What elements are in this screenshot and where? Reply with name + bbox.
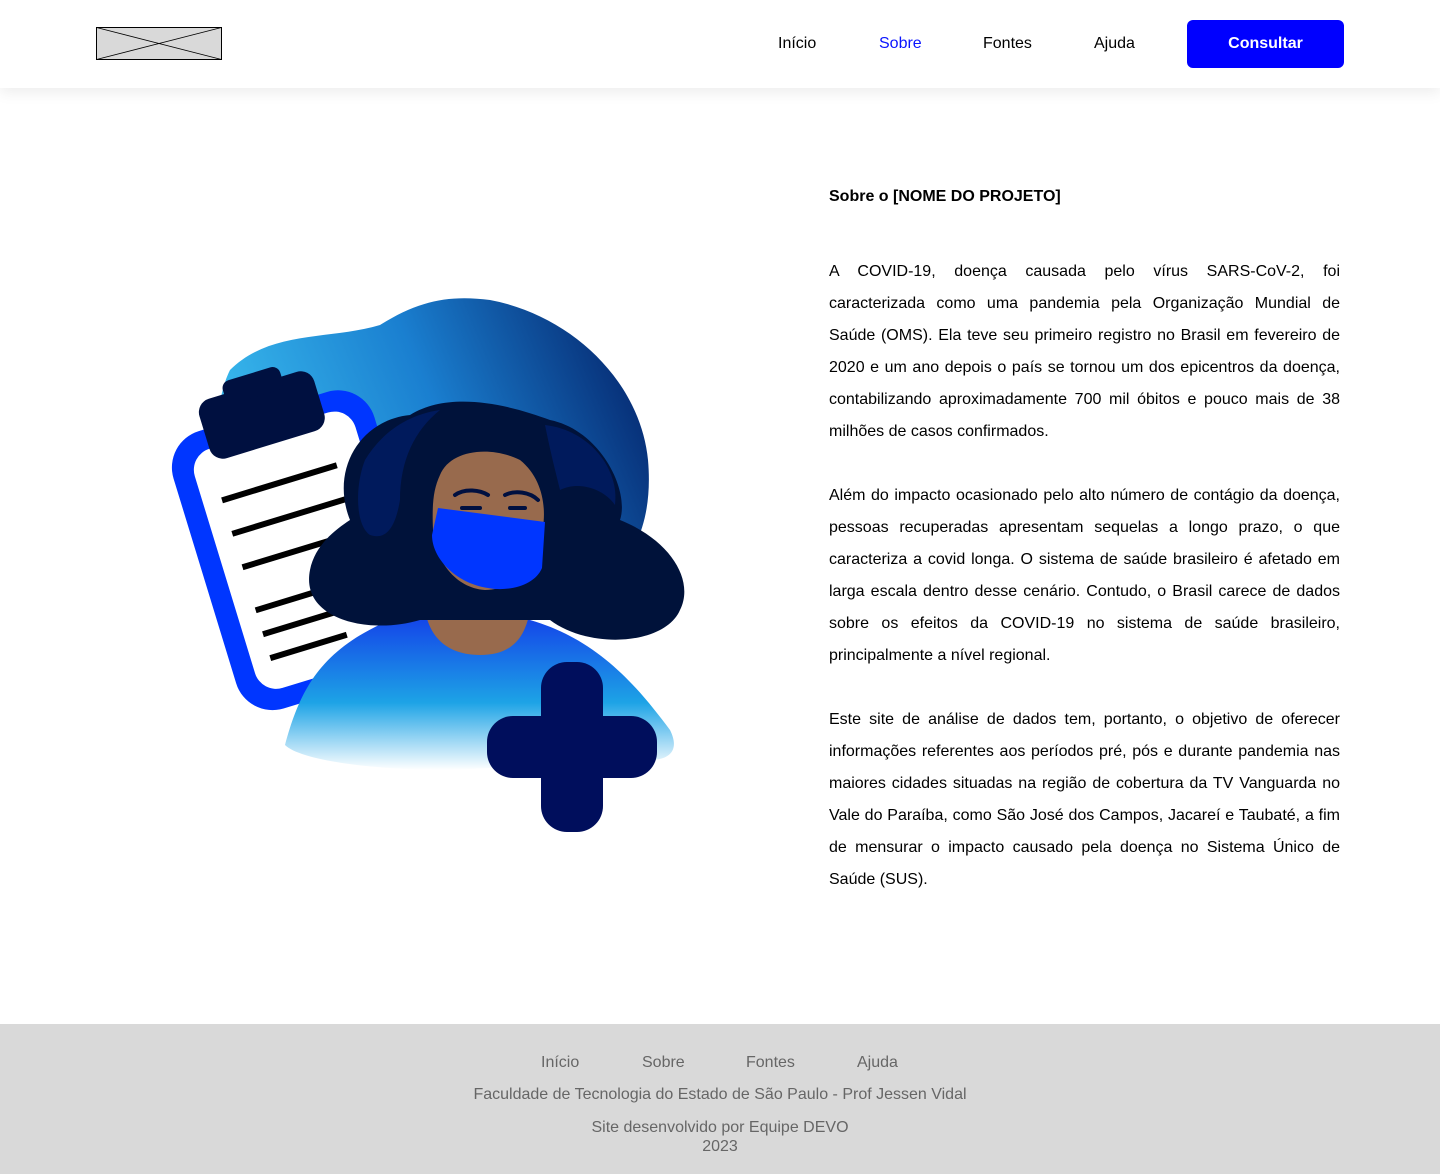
footer-nav-sobre-link[interactable]: Sobre [642,1052,685,1074]
about-paragraph-2: Além do impacto ocasionado pelo alto núm… [829,487,1340,664]
page-title: Sobre o [NOME DO PROJETO] [829,188,1061,205]
footer-nav-ajuda-link[interactable]: Ajuda [857,1052,898,1074]
nav-fontes-link[interactable]: Fontes [983,33,1032,55]
health-professional-illustration [171,298,685,832]
about-paragraph-3: Este site de análise de dados tem, porta… [829,711,1340,888]
consultar-button[interactable]: Consultar [1187,20,1344,68]
footer-credits: Site desenvolvido por Equipe DEVO [591,1119,849,1136]
about-paragraph-1: A COVID-19, doença causada pelo vírus SA… [829,263,1340,440]
logo-placeholder-icon[interactable] [96,27,222,60]
nav-sobre-link[interactable]: Sobre [879,33,922,55]
site-header: Início Sobre Fontes Ajuda Consultar [0,0,1440,88]
footer-year: 2023 [702,1138,738,1155]
footer-institution: Faculdade de Tecnologia do Estado de São… [473,1086,967,1103]
nav-ajuda-link[interactable]: Ajuda [1094,33,1135,55]
site-footer: Início Sobre Fontes Ajuda Faculdade de T… [0,1024,1440,1174]
footer-nav-inicio-link[interactable]: Início [541,1052,579,1074]
about-section: Sobre o [NOME DO PROJETO] A COVID-19, do… [829,186,1340,928]
footer-nav-fontes-link[interactable]: Fontes [746,1052,795,1074]
nav-inicio-link[interactable]: Início [778,33,816,55]
